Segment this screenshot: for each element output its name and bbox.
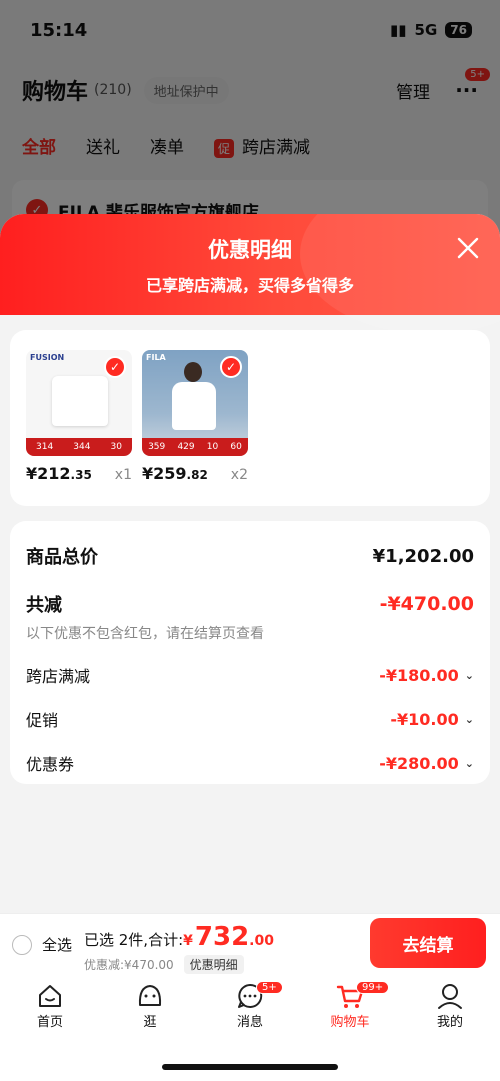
product-meta: ¥212.35 x1 xyxy=(26,464,132,483)
profile-icon xyxy=(438,984,462,1009)
discount-detail-chip[interactable]: 优惠明细 xyxy=(183,955,244,974)
detail-label: 促销 xyxy=(26,711,59,730)
close-icon[interactable] xyxy=(456,236,480,260)
detail-value: -¥280.00 ⌄ xyxy=(379,754,474,773)
header-decoration xyxy=(300,214,500,334)
chevron-down-icon: ⌄ xyxy=(464,712,474,726)
detail-value: -¥10.00 ⌄ xyxy=(390,710,474,729)
total-line: 已选 2件,合计: ¥ 732 .00 xyxy=(84,922,274,952)
discount-text: 优惠减:¥470.00 xyxy=(84,958,174,972)
chevron-down-icon: ⌄ xyxy=(464,668,474,682)
checkout-bar: 全选 已选 2件,合计: ¥ 732 .00 优惠减:¥470.00 优惠明细 … xyxy=(0,913,500,975)
brand-tag: FILA xyxy=(146,353,166,362)
checkout-button[interactable]: 去结算 xyxy=(370,918,486,968)
model-body xyxy=(172,382,216,430)
sheet-header: 优惠明细 已享跨店满减，买得多省得多 xyxy=(0,214,500,334)
tab-label: 我的 xyxy=(436,1015,463,1030)
browse-face-icon xyxy=(138,985,162,1006)
tab-label: 购物车 xyxy=(330,1015,370,1030)
total-currency: ¥ xyxy=(183,933,193,949)
brand-tag: FUSION xyxy=(30,353,65,362)
tshirt-illustration xyxy=(52,376,108,426)
strip-value: 429 xyxy=(177,442,195,452)
product-qty: x1 xyxy=(114,467,132,483)
selected-count: 已选 2件,合计: xyxy=(84,931,184,949)
total-amount: 732 xyxy=(194,922,250,952)
detail-label: 跨店满减 xyxy=(26,667,91,686)
price-int: ¥259 xyxy=(142,464,187,483)
model-head xyxy=(184,362,202,382)
reduce-label: 共减 xyxy=(26,595,62,616)
product-meta: ¥259.82 x2 xyxy=(142,464,248,483)
detail-row-cross-store[interactable]: 跨店满减 -¥180.00 ⌄ xyxy=(26,663,474,687)
reduce-value: -¥470.00 xyxy=(379,593,474,615)
total-row: 商品总价 ¥1,202.00 xyxy=(26,543,474,569)
home-indicator[interactable] xyxy=(162,1064,338,1070)
tab-profile[interactable]: 我的 xyxy=(410,981,490,1081)
discount-line: 优惠减:¥470.00 优惠明细 xyxy=(84,955,244,974)
product-item[interactable]: FUSION ✓ 314 344 30 ¥212.35 x1 xyxy=(26,350,132,486)
strip-value: 60 xyxy=(230,442,242,452)
detail-amount: -¥10.00 xyxy=(390,709,459,729)
detail-label: 优惠券 xyxy=(26,755,75,774)
cart-badge: 99+ xyxy=(356,981,390,994)
price-int: ¥212 xyxy=(26,464,71,483)
detail-amount: -¥280.00 xyxy=(379,753,459,773)
product-image: FUSION ✓ 314 344 30 xyxy=(26,350,132,456)
tab-label: 消息 xyxy=(236,1015,263,1030)
price-strip: 359 429 10 60 xyxy=(142,438,248,456)
tab-label: 逛 xyxy=(143,1015,157,1030)
strip-value: 30 xyxy=(110,442,122,452)
product-price: ¥259.82 xyxy=(142,464,208,483)
strip-value: 314 xyxy=(36,442,54,452)
product-check-icon[interactable]: ✓ xyxy=(104,356,126,378)
product-image: FILA ✓ 359 429 10 60 xyxy=(142,350,248,456)
chevron-down-icon: ⌄ xyxy=(464,756,474,770)
select-all-checkbox[interactable] xyxy=(12,934,32,955)
product-item[interactable]: FILA ✓ 359 429 10 60 ¥259.82 x2 xyxy=(142,350,248,486)
price-decimal: .35 xyxy=(70,468,92,482)
detail-amount: -¥180.00 xyxy=(379,665,459,685)
reduce-note: 以下优惠不包含红包，请在结算页查看 xyxy=(26,626,264,642)
tab-home[interactable]: 首页 xyxy=(10,981,90,1081)
total-value: ¥1,202.00 xyxy=(372,545,474,567)
product-price: ¥212.35 xyxy=(26,464,92,483)
detail-row-promotion[interactable]: 促销 -¥10.00 ⌄ xyxy=(26,707,474,731)
detail-row-coupon[interactable]: 优惠券 -¥280.00 ⌄ xyxy=(26,751,474,775)
product-list: FUSION ✓ 314 344 30 ¥212.35 x1 FILA ✓ 35… xyxy=(10,330,490,506)
strip-value: 344 xyxy=(73,442,91,452)
product-qty: x2 xyxy=(230,467,248,483)
price-summary: 商品总价 ¥1,202.00 共减 -¥470.00 以下优惠不包含红包，请在结… xyxy=(10,521,490,784)
product-check-icon[interactable]: ✓ xyxy=(220,356,242,378)
total-label: 商品总价 xyxy=(26,547,98,568)
tab-label: 首页 xyxy=(36,1015,63,1030)
strip-value: 359 xyxy=(148,442,166,452)
price-strip: 314 344 30 xyxy=(26,438,132,456)
strip-value: 10 xyxy=(206,442,219,452)
reduce-row: 共减 -¥470.00 xyxy=(26,591,474,617)
discount-detail-sheet: 优惠明细 已享跨店满减，买得多省得多 FUSION ✓ 314 344 30 ¥… xyxy=(0,214,500,914)
detail-value: -¥180.00 ⌄ xyxy=(379,666,474,685)
home-icon xyxy=(39,985,61,1007)
select-all-toggle[interactable]: 全选 xyxy=(12,934,72,955)
total-decimal: .00 xyxy=(249,933,274,949)
message-badge: 5+ xyxy=(256,981,283,994)
price-decimal: .82 xyxy=(186,468,208,482)
select-all-label: 全选 xyxy=(42,936,73,954)
